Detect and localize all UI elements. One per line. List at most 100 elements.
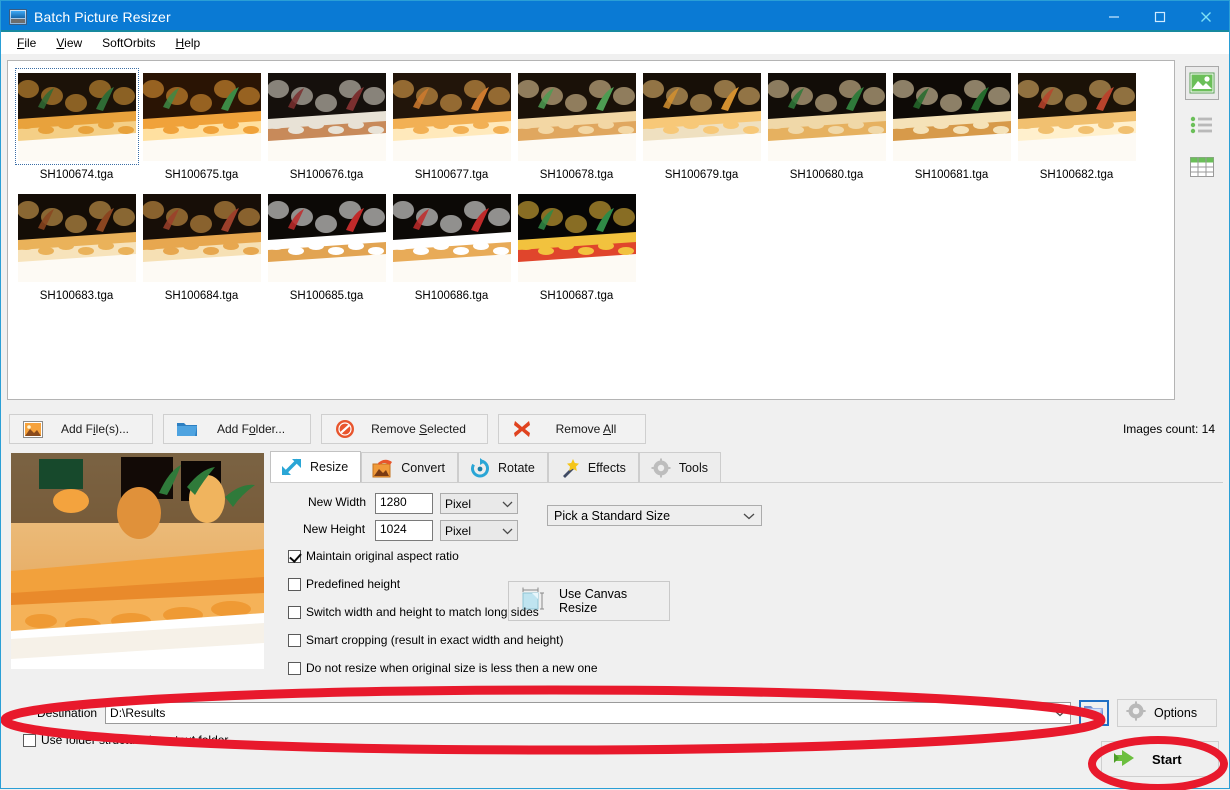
thumbnail-image xyxy=(142,70,262,163)
tab-tools[interactable]: Tools xyxy=(638,452,722,482)
remove-selected-button[interactable]: Remove Selected xyxy=(321,414,488,444)
thumbnail-item[interactable]: SH100675.tga xyxy=(139,68,264,183)
thumbnail-label: SH100684.tga xyxy=(164,290,239,302)
settings-tabs: Resize Convert Rotate Effects Tools New Widt… xyxy=(270,451,1223,694)
tab-rotate[interactable]: Rotate xyxy=(458,452,548,482)
checkbox-label: Do not resize when original size is less… xyxy=(306,661,598,675)
folder-browse-icon xyxy=(1083,703,1105,722)
thumbnail-item[interactable]: SH100684.tga xyxy=(139,189,264,304)
thumbnail-item[interactable]: SH100679.tga xyxy=(639,68,764,183)
checkbox-label: Use folder structure in output folder xyxy=(41,733,229,747)
thumbnail-image xyxy=(142,191,262,284)
file-actions-toolbar: Add File(s)... Add Folder... Remove Sele… xyxy=(7,407,1223,451)
tab-label: Rotate xyxy=(498,460,535,475)
thumbnail-list[interactable]: SH100674.tga SH100675.tga SH100676.tga SH10… xyxy=(7,60,1176,400)
gear-icon xyxy=(650,458,672,478)
new-width-label: New Width xyxy=(308,495,367,509)
thumbnail-item[interactable]: SH100676.tga xyxy=(264,68,389,183)
close-icon[interactable] xyxy=(1183,1,1229,32)
resize-tab-panel: New Width 1280 Pixel New Height 1024 Pix… xyxy=(270,482,1223,687)
thumbnail-label: SH100674.tga xyxy=(39,169,114,181)
checkbox-switch-width-height[interactable]: Switch width and height to match long si… xyxy=(288,605,539,619)
chevron-down-icon xyxy=(743,509,755,523)
thumbnail-image xyxy=(1017,70,1137,163)
thumbnail-label: SH100679.tga xyxy=(664,169,739,181)
options-button[interactable]: Options xyxy=(1117,698,1217,727)
tab-convert[interactable]: Convert xyxy=(361,452,458,482)
resize-arrows-icon xyxy=(281,457,303,477)
details-view-icon[interactable] xyxy=(1185,150,1219,184)
add-folder-button[interactable]: Add Folder... xyxy=(163,414,311,444)
start-button[interactable]: Start xyxy=(1101,741,1219,777)
menu-softorbits[interactable]: SoftOrbits xyxy=(92,34,165,52)
destination-input[interactable]: D:\Results xyxy=(105,701,1071,724)
standard-size-value: Pick a Standard Size xyxy=(554,508,671,523)
checkbox-maintain-aspect-ratio[interactable]: Maintain original aspect ratio xyxy=(288,549,459,563)
thumbnail-image xyxy=(517,191,637,284)
thumbnail-label: SH100681.tga xyxy=(914,169,989,181)
thumbnail-image xyxy=(17,191,137,284)
thumbnail-item[interactable]: SH100682.tga xyxy=(1014,68,1139,183)
tab-strip: Resize Convert Rotate Effects Tools xyxy=(270,451,1223,482)
thumbnail-label: SH100675.tga xyxy=(164,169,239,181)
list-view-icon[interactable] xyxy=(1185,108,1219,142)
thumbnail-label: SH100680.tga xyxy=(789,169,864,181)
thumbnail-item[interactable]: SH100685.tga xyxy=(264,189,389,304)
remove-selected-label: Remove Selected xyxy=(371,422,466,436)
standard-size-select[interactable]: Pick a Standard Size xyxy=(547,505,762,526)
checkbox-do-not-resize-smaller[interactable]: Do not resize when original size is less… xyxy=(288,661,598,675)
maximize-icon[interactable] xyxy=(1137,1,1183,32)
remove-all-label: Remove All xyxy=(555,422,617,436)
thumbnail-image xyxy=(14,68,139,165)
thumbnail-item[interactable]: SH100686.tga xyxy=(389,189,514,304)
thumbnail-item[interactable]: SH100681.tga xyxy=(889,68,1014,183)
menu-help[interactable]: Help xyxy=(166,34,211,52)
no-entry-icon xyxy=(334,419,356,439)
new-height-unit-value: Pixel xyxy=(445,523,472,538)
checkbox-smart-cropping[interactable]: Smart cropping (result in exact width an… xyxy=(288,633,563,647)
main-content: SH100674.tga SH100675.tga SH100676.tga SH10… xyxy=(1,54,1229,788)
convert-image-icon xyxy=(372,458,394,478)
thumbnail-image xyxy=(892,70,1012,163)
tab-label: Tools xyxy=(678,460,709,475)
tab-effects[interactable]: Effects xyxy=(547,452,639,482)
minimize-icon[interactable] xyxy=(1091,1,1137,32)
thumbnail-item[interactable]: SH100687.tga xyxy=(514,189,639,304)
thumbnail-item[interactable]: SH100678.tga xyxy=(514,68,639,183)
destination-area: Destination D:\Results Options Use folde… xyxy=(7,694,1223,747)
menu-view[interactable]: View xyxy=(46,34,92,52)
menu-file[interactable]: File xyxy=(7,34,46,52)
thumbnail-label: SH100687.tga xyxy=(539,290,614,302)
checkbox-icon xyxy=(288,577,301,591)
add-files-label: Add File(s)... xyxy=(60,422,130,436)
checkbox-icon xyxy=(288,633,301,647)
new-width-unit-select[interactable]: Pixel xyxy=(440,493,518,514)
green-arrow-icon xyxy=(1112,747,1142,772)
tab-resize[interactable]: Resize xyxy=(270,451,362,482)
new-height-unit-select[interactable]: Pixel xyxy=(440,520,518,541)
new-height-input[interactable]: 1024 xyxy=(375,520,433,541)
thumbnail-label: SH100685.tga xyxy=(289,290,364,302)
thumbnails-view-icon[interactable] xyxy=(1185,66,1220,100)
add-files-button[interactable]: Add File(s)... xyxy=(9,414,153,444)
thumbnail-item[interactable]: SH100674.tga xyxy=(14,68,139,183)
add-folder-label: Add Folder... xyxy=(216,422,286,436)
thumbnail-image xyxy=(267,70,387,163)
checkbox-icon xyxy=(288,661,301,675)
use-canvas-resize-label: Use Canvas Resize xyxy=(559,587,628,615)
checkbox-predefined-height[interactable]: Predefined height xyxy=(288,577,400,591)
tab-label: Convert xyxy=(401,460,445,475)
new-height-label: New Height xyxy=(303,522,366,536)
remove-all-button[interactable]: Remove All xyxy=(498,414,646,444)
thumbnail-label: SH100677.tga xyxy=(414,169,489,181)
app-picture-icon xyxy=(9,8,27,25)
thumbnail-item[interactable]: SH100677.tga xyxy=(389,68,514,183)
browse-folder-button[interactable] xyxy=(1079,699,1109,726)
new-width-unit-value: Pixel xyxy=(445,496,472,511)
checkbox-use-folder-structure[interactable]: Use folder structure in output folder xyxy=(13,733,1217,747)
thumbnail-item[interactable]: SH100680.tga xyxy=(764,68,889,183)
new-width-input[interactable]: 1280 xyxy=(375,493,433,514)
chevron-down-icon[interactable] xyxy=(1054,706,1066,720)
checkbox-label: Maintain original aspect ratio xyxy=(306,549,459,563)
thumbnail-item[interactable]: SH100683.tga xyxy=(14,189,139,304)
